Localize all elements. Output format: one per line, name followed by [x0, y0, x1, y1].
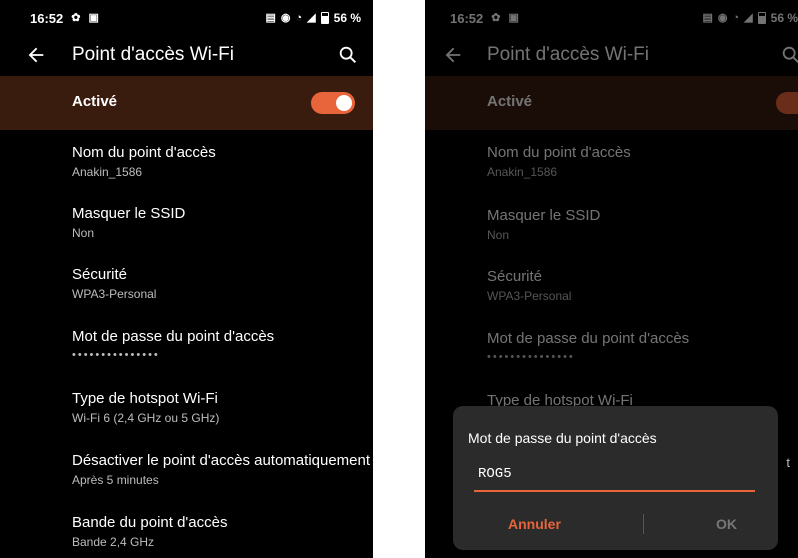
setting-value: Après 5 minutes	[72, 473, 159, 487]
password-input[interactable]	[474, 458, 755, 492]
setting-hotspot-band[interactable]: Bande du point d'accès Bande 2,4 GHz	[72, 514, 363, 549]
battery-icon	[320, 12, 329, 24]
setting-value: Non	[72, 226, 95, 240]
setting-title: Type de hotspot Wi-Fi	[72, 390, 218, 407]
hotspot-enable-label: Activé	[72, 93, 118, 110]
setting-hide-ssid[interactable]: Masquer le SSID Non	[72, 205, 363, 240]
setting-value: Wi-Fi 6 (2,4 GHz ou 5 GHz)	[72, 411, 220, 425]
setting-title: Nom du point d'accès	[72, 144, 216, 161]
page-title: Point d'accès Wi-Fi	[72, 44, 235, 65]
back-arrow-icon[interactable]	[25, 44, 47, 66]
setting-value: Anakin_1586	[72, 165, 143, 179]
setting-hotspot-name[interactable]: Nom du point d'accès Anakin_1586	[72, 144, 363, 179]
setting-hotspot-type[interactable]: Type de hotspot Wi-Fi Wi-Fi 6 (2,4 GHz o…	[72, 390, 363, 425]
hotspot-enable-row[interactable]: Activé	[0, 76, 373, 130]
app-bar: Point d'accès Wi-Fi	[0, 36, 373, 76]
setting-auto-disable[interactable]: Désactiver le point d'accès automatiquem…	[72, 452, 371, 487]
setting-masked-value: •••••••••••••••	[72, 349, 160, 361]
status-time: 16:52	[30, 10, 64, 26]
dialog-title: Mot de passe du point d'accès	[468, 430, 657, 446]
phone-screen-hotspot-settings: 16:52 ✿ ▣ ▤ ◉ ◔ ◢ 56 % Point d'accès Wi-…	[0, 0, 373, 558]
setting-title: Désactiver le point d'accès automatiquem…	[72, 452, 371, 469]
password-dialog: Mot de passe du point d'accès Annuler OK	[453, 406, 778, 550]
wifi-icon: ◔	[295, 11, 303, 24]
ok-button[interactable]: OK	[716, 516, 737, 532]
signal-icon: ◢	[307, 11, 316, 24]
vibrate-icon: ▤	[265, 11, 276, 24]
hotspot-toggle-switch[interactable]	[311, 92, 355, 114]
status-bar: 16:52 ✿ ▣ ▤ ◉ ◔ ◢ 56 %	[0, 0, 373, 36]
hotspot-icon: ◉	[280, 11, 291, 24]
cancel-button[interactable]: Annuler	[508, 516, 561, 532]
truncated-text-fragment: t	[786, 455, 790, 470]
button-divider	[643, 514, 644, 534]
setting-title: Bande du point d'accès	[72, 514, 228, 531]
setting-title: Mot de passe du point d'accès	[72, 328, 275, 345]
battery-level: 56 %	[333, 11, 361, 25]
settings-gear-icon: ✿	[71, 11, 81, 24]
setting-title: Masquer le SSID	[72, 205, 186, 222]
image-icon: ▣	[88, 11, 99, 24]
phone-screen-password-dialog: 16:52 ✿ ▣ ▤ ◉ ◔ ◢ 56 % Point d'accès Wi-…	[425, 0, 798, 558]
setting-value: Bande 2,4 GHz	[72, 535, 155, 549]
setting-title: Sécurité	[72, 266, 128, 283]
setting-security[interactable]: Sécurité WPA3-Personal	[72, 266, 363, 301]
setting-hotspot-password[interactable]: Mot de passe du point d'accès ••••••••••…	[72, 328, 363, 361]
setting-value: WPA3-Personal	[72, 287, 157, 301]
search-icon[interactable]	[337, 44, 359, 66]
